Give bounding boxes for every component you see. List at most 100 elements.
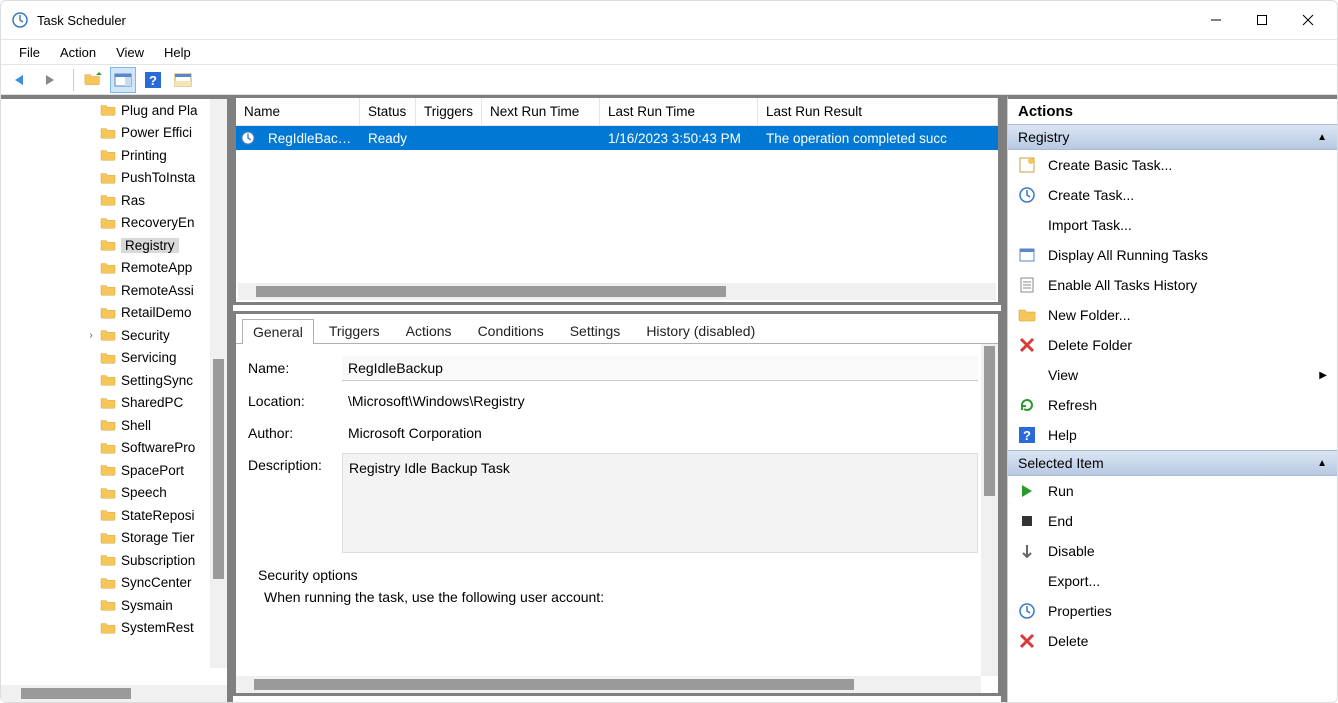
tree-item-label: SettingSync	[121, 373, 193, 388]
tab-triggers[interactable]: Triggers	[318, 318, 391, 343]
action-help[interactable]: ?Help	[1008, 420, 1337, 450]
label-description: Description:	[248, 453, 342, 473]
action-delete-folder[interactable]: Delete Folder	[1008, 330, 1337, 360]
action-refresh[interactable]: Refresh	[1008, 390, 1337, 420]
tree-vertical-scrollbar[interactable]	[210, 99, 227, 668]
action-disable[interactable]: Disable	[1008, 536, 1337, 566]
tree-item-pushtoinsta[interactable]: PushToInsta	[1, 167, 227, 190]
action-view[interactable]: View▶	[1008, 360, 1337, 390]
tab-history[interactable]: History (disabled)	[635, 318, 766, 343]
actions-section-registry[interactable]: Registry ▲	[1008, 124, 1337, 150]
tree-item-shell[interactable]: Shell	[1, 414, 227, 437]
menu-action[interactable]: Action	[50, 42, 106, 63]
col-last-run[interactable]: Last Run Time	[600, 98, 758, 125]
folder-tree[interactable]: Plug and PlaPower Effici Printing PushToIn…	[1, 99, 227, 685]
tree-item-subscription[interactable]: Subscription	[1, 549, 227, 572]
tab-actions[interactable]: Actions	[395, 318, 463, 343]
tree-item-security[interactable]: ›Security	[1, 324, 227, 347]
action-label: Delete Folder	[1048, 337, 1327, 353]
tree-item-spaceport[interactable]: SpacePort	[1, 459, 227, 482]
tree-item-softwarepro[interactable]: SoftwarePro	[1, 437, 227, 460]
action-new-folder[interactable]: New Folder...	[1008, 300, 1337, 330]
action-run[interactable]: Run	[1008, 476, 1337, 506]
tree-item-label: Ras	[121, 193, 145, 208]
action-delete[interactable]: Delete	[1008, 626, 1337, 656]
svg-text:?: ?	[149, 73, 157, 88]
submenu-arrow-icon: ▶	[1319, 370, 1327, 381]
tree-item-statereposi[interactable]: StateReposi	[1, 504, 227, 527]
up-button[interactable]	[80, 67, 106, 93]
tab-conditions[interactable]: Conditions	[467, 318, 555, 343]
forward-button[interactable]	[37, 67, 63, 93]
tree-item-plug-and-pla[interactable]: Plug and Pla	[1, 99, 227, 122]
col-name[interactable]: Name	[236, 98, 360, 125]
minimize-button[interactable]	[1193, 5, 1239, 35]
tree-item-label: PushToInsta	[121, 170, 195, 185]
help-icon: ?	[1018, 426, 1036, 444]
tree-pane: Plug and PlaPower Effici Printing PushToIn…	[1, 95, 227, 702]
help-toolbar-button[interactable]: ?	[140, 67, 166, 93]
tree-item-label: SharedPC	[121, 395, 183, 410]
menubar: File Action View Help	[1, 39, 1337, 65]
maximize-button[interactable]	[1239, 5, 1285, 35]
tree-item-synccenter[interactable]: SyncCenter	[1, 572, 227, 595]
action-create-task[interactable]: Create Task...	[1008, 180, 1337, 210]
tree-item-speech[interactable]: Speech	[1, 482, 227, 505]
col-triggers[interactable]: Triggers	[416, 98, 482, 125]
action-import-task[interactable]: Import Task...	[1008, 210, 1337, 240]
run-icon	[1018, 482, 1036, 500]
tree-item-label: Printing	[121, 148, 167, 163]
action-export[interactable]: Export...	[1008, 566, 1337, 596]
toolbar-divider	[73, 69, 74, 91]
toggle-actions-pane-button[interactable]	[110, 67, 136, 93]
expand-icon[interactable]: ›	[85, 330, 97, 341]
folder-icon	[99, 621, 117, 635]
tree-item-storage-tier[interactable]: Storage Tier	[1, 527, 227, 550]
menu-file[interactable]: File	[9, 42, 50, 63]
tab-settings[interactable]: Settings	[559, 318, 632, 343]
task-list-body[interactable]: RegIdleBack... Ready 1/16/2023 3:50:43 P…	[236, 126, 998, 283]
tree-item-label: SpacePort	[121, 463, 184, 478]
tree-item-ras[interactable]: Ras	[1, 189, 227, 212]
tree-item-systemrest[interactable]: SystemRest	[1, 617, 227, 640]
tab-general[interactable]: General	[242, 319, 314, 344]
actions-section-selected[interactable]: Selected Item ▲	[1008, 450, 1337, 476]
action-create-basic-task[interactable]: Create Basic Task...	[1008, 150, 1337, 180]
detail-vertical-scrollbar[interactable]	[981, 344, 998, 676]
col-status[interactable]: Status	[360, 98, 416, 125]
tree-item-power-effici[interactable]: Power Effici	[1, 122, 227, 145]
tree-item-sysmain[interactable]: Sysmain	[1, 594, 227, 617]
back-button[interactable]	[7, 67, 33, 93]
tree-item-label: SyncCenter	[121, 575, 192, 590]
security-options-label: Security options	[258, 567, 986, 583]
menu-view[interactable]: View	[106, 42, 154, 63]
tree-item-remoteapp[interactable]: RemoteApp	[1, 257, 227, 280]
col-last-result[interactable]: Last Run Result	[758, 98, 998, 125]
col-next-run[interactable]: Next Run Time	[482, 98, 600, 125]
tree-item-retaildemo[interactable]: RetailDemo	[1, 302, 227, 325]
tree-item-servicing[interactable]: Servicing	[1, 347, 227, 370]
task-list-hscroll[interactable]	[238, 283, 996, 300]
tree-item-remoteassi[interactable]: RemoteAssi	[1, 279, 227, 302]
action-properties[interactable]: Properties	[1008, 596, 1337, 626]
action-enable-all-tasks-history[interactable]: Enable All Tasks History	[1008, 270, 1337, 300]
tree-item-settingsync[interactable]: SettingSync	[1, 369, 227, 392]
folder-icon	[99, 418, 117, 432]
close-button[interactable]	[1285, 5, 1331, 35]
tree-item-sharedpc[interactable]: SharedPC	[1, 392, 227, 415]
menu-help[interactable]: Help	[154, 42, 201, 63]
detail-horizontal-scrollbar[interactable]	[236, 676, 981, 693]
cell-status: Ready	[360, 131, 416, 146]
tree-item-printing[interactable]: Printing	[1, 144, 227, 167]
preview-pane-button[interactable]	[170, 67, 196, 93]
action-label: Display All Running Tasks	[1048, 247, 1327, 263]
action-display-all-running-tasks[interactable]: Display All Running Tasks	[1008, 240, 1337, 270]
actions-pane: Actions Registry ▲ Create Basic Task...C…	[1007, 95, 1337, 702]
tree-item-registry[interactable]: Registry	[1, 234, 227, 257]
label-location: Location:	[248, 389, 342, 409]
cell-last: 1/16/2023 3:50:43 PM	[600, 131, 758, 146]
action-end[interactable]: End	[1008, 506, 1337, 536]
tree-horizontal-scrollbar[interactable]	[1, 685, 227, 702]
tree-item-recoveryen[interactable]: RecoveryEn	[1, 212, 227, 235]
task-row[interactable]: RegIdleBack... Ready 1/16/2023 3:50:43 P…	[236, 126, 998, 150]
